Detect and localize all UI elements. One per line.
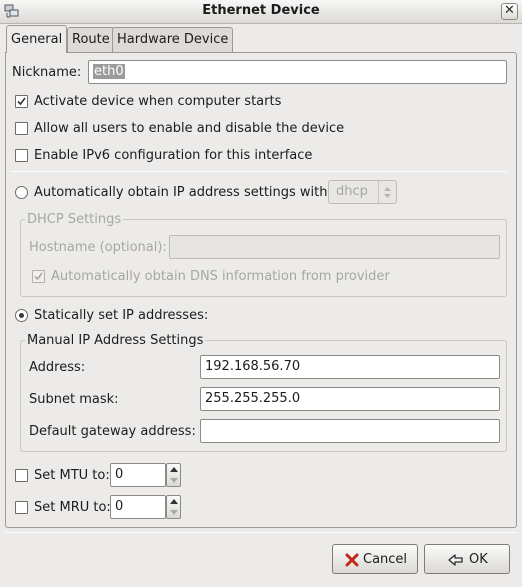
separator [12, 171, 507, 172]
gateway-input[interactable] [200, 419, 500, 443]
mru-spin-buttons[interactable] [166, 495, 181, 519]
auto-ip-radio[interactable] [15, 186, 28, 199]
checkmark-icon [34, 272, 43, 281]
cancel-button[interactable]: Cancel [332, 544, 418, 574]
tab-general[interactable]: General [6, 25, 68, 53]
subnet-input[interactable]: 255.255.255.0 [200, 387, 500, 411]
mtu-label: Set MTU to: [34, 468, 110, 483]
tab-route[interactable]: Route [67, 27, 115, 52]
mtu-checkbox[interactable] [15, 469, 28, 482]
cancel-label: Cancel [363, 552, 408, 567]
window-title: Ethernet Device [202, 3, 320, 18]
mtu-spin-buttons[interactable] [166, 463, 181, 487]
close-icon[interactable]: ✕ [501, 3, 518, 20]
ipv6-checkbox[interactable] [15, 149, 28, 162]
hostname-label: Hostname (optional): [29, 240, 167, 255]
static-ip-radio[interactable] [15, 309, 28, 322]
updown-arrow-icon [384, 187, 391, 198]
auto-ip-method-value: dhcp [336, 184, 368, 199]
cancel-x-icon [345, 553, 359, 567]
auto-dns-label: Automatically obtain DNS information fro… [51, 269, 390, 284]
ok-hand-icon [448, 554, 463, 566]
address-label: Address: [29, 360, 86, 375]
manual-ip-title: Manual IP Address Settings [25, 333, 206, 348]
allow-users-label: Allow all users to enable and disable th… [34, 121, 345, 136]
footer-separator [5, 532, 517, 533]
auto-ip-label: Automatically obtain IP address settings… [34, 185, 332, 200]
tab-hardware-device[interactable]: Hardware Device [112, 27, 234, 52]
mru-label: Set MRU to: [34, 500, 111, 515]
mru-spin-input[interactable]: 0 [110, 495, 166, 519]
dhcp-settings-title: DHCP Settings [25, 212, 124, 227]
gateway-label: Default gateway address: [29, 424, 196, 439]
mtu-spin-input[interactable]: 0 [110, 463, 166, 487]
address-input[interactable]: 192.168.56.70 [200, 355, 500, 379]
allow-users-checkbox[interactable] [15, 122, 28, 135]
ipv6-label: Enable IPv6 configuration for this inter… [34, 148, 313, 163]
activate-label: Activate device when computer starts [34, 94, 282, 109]
combo-divider [378, 181, 379, 203]
static-ip-label: Statically set IP addresses: [34, 308, 209, 323]
auto-ip-method-combo[interactable]: dhcp [328, 180, 397, 204]
nickname-value: eth0 [93, 64, 125, 79]
nickname-input[interactable]: eth0 [88, 60, 507, 84]
mru-checkbox[interactable] [15, 501, 28, 514]
title-bar: Ethernet Device ✕ [0, 0, 522, 24]
nickname-label: Nickname: [12, 65, 82, 80]
auto-dns-checkbox[interactable] [32, 270, 45, 283]
subnet-label: Subnet mask: [29, 392, 119, 407]
ok-button[interactable]: OK [424, 544, 510, 574]
hostname-input[interactable] [169, 235, 500, 259]
activate-checkbox[interactable] [15, 95, 28, 108]
checkmark-icon [17, 97, 26, 106]
ok-label: OK [469, 552, 488, 567]
